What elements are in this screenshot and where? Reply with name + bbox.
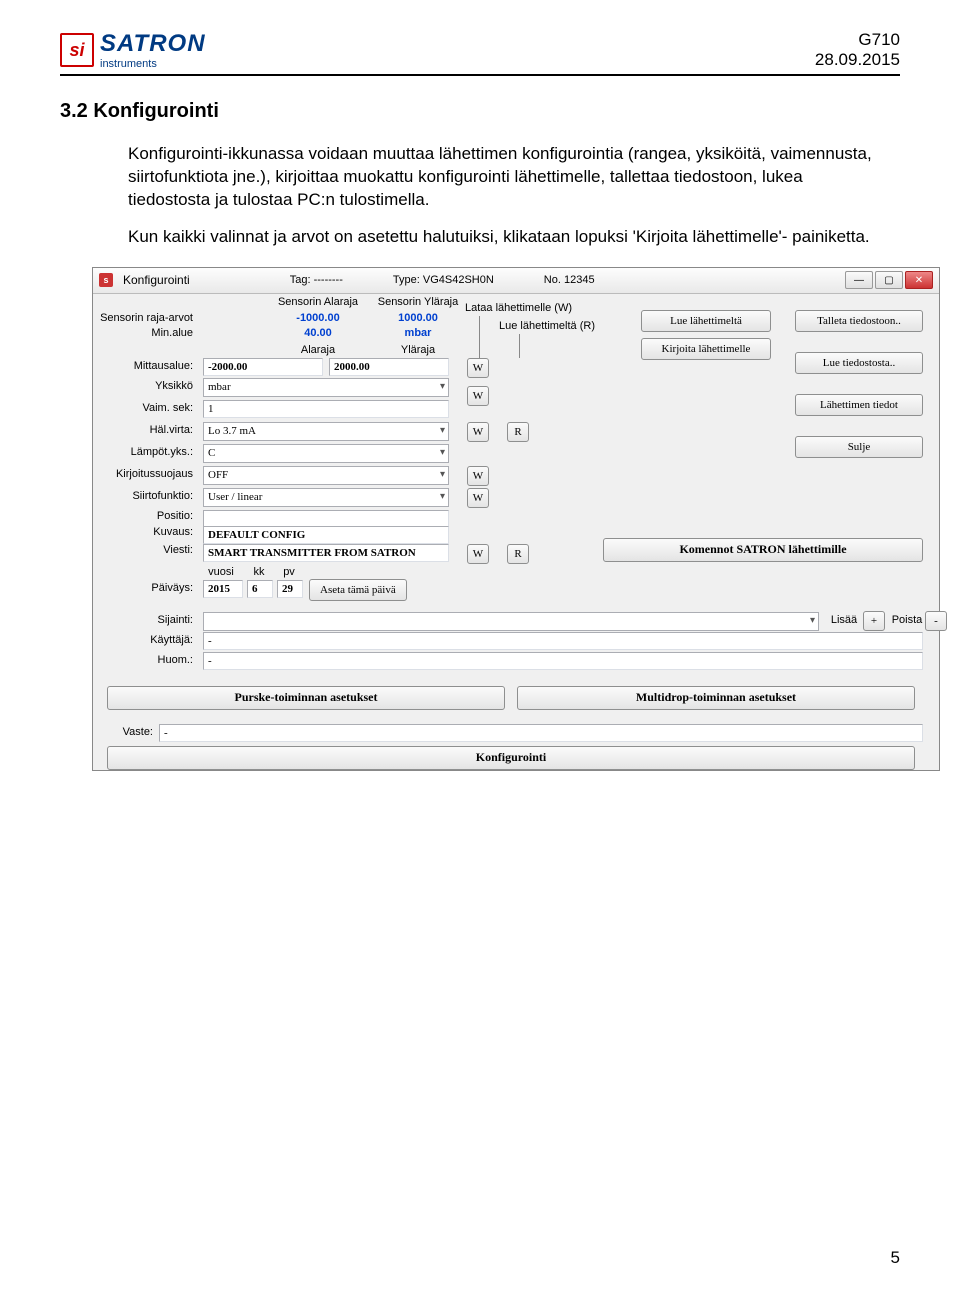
logo-sub: instruments — [100, 58, 206, 70]
type-label: Type: — [393, 274, 420, 286]
response-label: Vaste: — [93, 726, 153, 738]
date-label: Päiväys: — [93, 582, 193, 594]
year-input[interactable] — [203, 580, 243, 598]
min-range-label: Min.alue — [93, 327, 193, 339]
user-label: Käyttäjä: — [93, 634, 193, 646]
w-button[interactable]: W — [467, 466, 489, 486]
sensor-range-label: Sensorin raja-arvot — [93, 312, 193, 324]
write-to-tx-button[interactable]: Kirjoita lähettimelle — [641, 338, 771, 360]
r-button[interactable]: R — [507, 544, 529, 564]
no-value: 12345 — [564, 274, 595, 286]
read-from-tx-button[interactable]: Lue lähettimeltä — [641, 310, 771, 332]
response-field — [159, 724, 923, 742]
msg-input[interactable] — [203, 544, 449, 562]
add-label: Lisää — [827, 614, 861, 626]
w-button[interactable]: W — [467, 488, 489, 508]
logo-main: SATRON — [100, 30, 206, 58]
month-header: kk — [245, 566, 273, 578]
w-button[interactable]: W — [467, 386, 489, 406]
doc-date: 28.09.2015 — [815, 50, 900, 70]
min-hi-value: mbar — [373, 327, 463, 339]
divider — [479, 316, 480, 358]
paragraph-1: Konfigurointi-ikkunassa voidaan muuttaa … — [128, 143, 878, 212]
tx-info-button[interactable]: Lähettimen tiedot — [795, 394, 923, 416]
sensor-lo-value: -1000.00 — [273, 312, 363, 324]
note-label: Huom.: — [93, 654, 193, 666]
page-header: si SATRON instruments G710 28.09.2015 — [60, 30, 900, 76]
type-value: VG4S42SH0N — [423, 274, 494, 286]
logo: si SATRON instruments — [60, 30, 206, 70]
multidrop-settings-button[interactable]: Multidrop-toiminnan asetukset — [517, 686, 915, 710]
w-button[interactable]: W — [467, 422, 489, 442]
user-input[interactable] — [203, 632, 923, 650]
close-button[interactable]: ✕ — [905, 271, 933, 289]
remove-label: Poista — [889, 614, 925, 626]
day-header: pv — [275, 566, 303, 578]
add-button[interactable]: + — [863, 611, 885, 631]
sensor-hi-value: 1000.00 — [373, 312, 463, 324]
alarm-select[interactable]: Lo 3.7 mA — [203, 422, 449, 441]
paragraph-2: Kun kaikki valinnat ja arvot on asetettu… — [128, 226, 878, 249]
maximize-button[interactable]: ▢ — [875, 271, 903, 289]
measure-hi-input[interactable] — [329, 358, 449, 376]
msg-label: Viesti: — [93, 544, 193, 556]
unit-select[interactable]: mbar — [203, 378, 449, 397]
read-tx-label: Lue lähettimeltä (R) — [499, 320, 629, 332]
wprotect-label: Kirjoitussuojaus — [93, 468, 193, 480]
position-label: Positio: — [93, 510, 193, 522]
logo-badge: si — [60, 33, 94, 67]
damp-input[interactable] — [203, 400, 449, 418]
sensor-lo-header: Sensorin Alaraja — [273, 296, 363, 308]
w-button[interactable]: W — [467, 358, 489, 378]
temp-label: Lämpöt.yks.: — [93, 446, 193, 458]
set-today-button[interactable]: Aseta tämä päivä — [309, 579, 407, 601]
temp-select[interactable]: C — [203, 444, 449, 463]
note-input[interactable] — [203, 652, 923, 670]
location-label: Sijainti: — [93, 614, 193, 626]
w-button[interactable]: W — [467, 544, 489, 564]
desc-label: Kuvaus: — [93, 526, 193, 538]
xfer-select[interactable]: User / linear — [203, 488, 449, 507]
year-header: vuosi — [201, 566, 241, 578]
titlebar: s Konfigurointi Tag: -------- Type: VG4S… — [93, 268, 939, 294]
no-label: No. — [544, 274, 561, 286]
month-input[interactable] — [247, 580, 273, 598]
minimize-button[interactable]: — — [845, 271, 873, 289]
config-window: s Konfigurointi Tag: -------- Type: VG4S… — [92, 267, 940, 771]
r-button[interactable]: R — [507, 422, 529, 442]
doc-id: G710 — [815, 30, 900, 50]
measure-lo-input[interactable] — [203, 358, 323, 376]
load-tx-label: Lataa lähettimelle (W) — [465, 302, 585, 314]
page-number: 5 — [891, 1248, 900, 1268]
burst-settings-button[interactable]: Purske-toiminnan asetukset — [107, 686, 505, 710]
config-button[interactable]: Konfigurointi — [107, 746, 915, 770]
wprotect-select[interactable]: OFF — [203, 466, 449, 485]
high-header: Yläraja — [373, 344, 463, 356]
app-icon: s — [99, 273, 113, 287]
load-file-button[interactable]: Lue tiedostosta.. — [795, 352, 923, 374]
tag-label: Tag: — [290, 274, 311, 286]
sensor-hi-header: Sensorin Yläraja — [373, 296, 463, 308]
window-title: Konfigurointi — [123, 273, 190, 287]
section-heading: 3.2 Konfigurointi — [60, 100, 900, 123]
tag-value: -------- — [314, 274, 343, 286]
save-file-button[interactable]: Talleta tiedostoon.. — [795, 310, 923, 332]
satron-commands-button[interactable]: Komennot SATRON lähettimille — [603, 538, 923, 562]
divider — [519, 334, 520, 358]
low-header: Alaraja — [273, 344, 363, 356]
xfer-label: Siirtofunktio: — [93, 490, 193, 502]
close-app-button[interactable]: Sulje — [795, 436, 923, 458]
remove-button[interactable]: - — [925, 611, 947, 631]
body-text: Konfigurointi-ikkunassa voidaan muuttaa … — [60, 143, 900, 249]
min-lo-value: 40.00 — [273, 327, 363, 339]
measure-label: Mittausalue: — [93, 360, 193, 372]
damp-label: Vaim. sek: — [93, 402, 193, 414]
unit-label: Yksikkö — [93, 380, 193, 392]
location-select[interactable] — [203, 612, 819, 631]
alarm-label: Häl.virta: — [93, 424, 193, 436]
day-input[interactable] — [277, 580, 303, 598]
desc-input[interactable] — [203, 526, 449, 544]
